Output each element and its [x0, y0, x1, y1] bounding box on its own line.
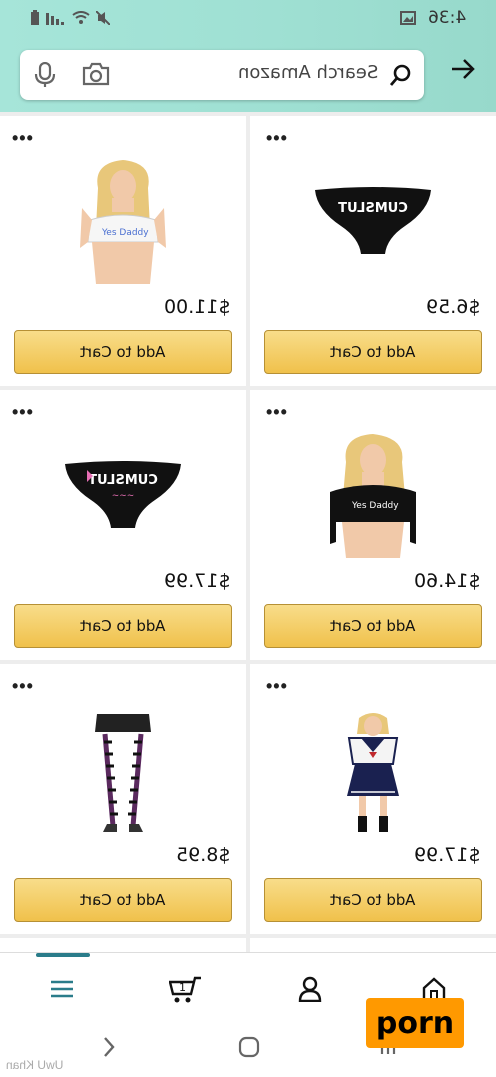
search-placeholder: Search Amazon — [237, 62, 378, 83]
panties-image[interactable]: CUMSLUT ~~~ — [63, 460, 183, 530]
status-time: 4:36 — [427, 8, 466, 28]
more-options-icon[interactable]: ••• — [266, 129, 288, 147]
cart-icon: 1 — [169, 976, 201, 1003]
add-to-cart-label: Add to Cart — [330, 617, 416, 635]
battery-icon — [31, 10, 39, 25]
product-card[interactable]: ••• CUMSLUT $6.59 Add to Cart — [250, 116, 496, 386]
watermark-badge-text: porn — [375, 1005, 455, 1041]
nav-active-indicator — [36, 953, 90, 957]
nav-account[interactable] — [292, 971, 328, 1007]
svg-text:1: 1 — [179, 981, 186, 994]
camera-icon[interactable] — [82, 62, 110, 86]
product-card[interactable]: ••• $17.99 Add to Cart — [250, 664, 496, 934]
microphone-icon[interactable] — [34, 62, 56, 88]
add-to-cart-button[interactable]: Add to Cart — [264, 330, 482, 374]
stockings-image[interactable] — [93, 712, 153, 834]
product-card[interactable] — [0, 938, 246, 952]
add-to-cart-button[interactable]: Add to Cart — [14, 878, 232, 922]
search-icon[interactable] — [388, 62, 414, 88]
image-notification-icon — [399, 11, 416, 25]
status-bar: 4:36 — [0, 0, 496, 40]
status-icons-right: 4:36 — [399, 8, 466, 28]
home-button-icon[interactable] — [238, 1036, 260, 1058]
product-card[interactable]: ••• $8.95 Add to Cart — [0, 664, 246, 934]
more-options-icon[interactable]: ••• — [12, 677, 34, 695]
add-to-cart-button[interactable]: Add to Cart — [14, 330, 232, 374]
menu-icon — [51, 980, 73, 998]
svg-text:Yes Daddy: Yes Daddy — [101, 228, 149, 238]
signal-icon — [46, 13, 64, 25]
add-to-cart-label: Add to Cart — [80, 617, 166, 635]
watermark-badge: porn — [366, 998, 464, 1048]
product-card[interactable]: ••• CUMSLUT ~~~ $17.99 Add to Cart — [0, 390, 246, 660]
mute-icon — [96, 11, 110, 25]
watermark-blur — [290, 1010, 366, 1032]
more-options-icon[interactable]: ••• — [266, 677, 288, 695]
forward-arrow-icon[interactable] — [450, 58, 476, 80]
add-to-cart-button[interactable]: Add to Cart — [14, 604, 232, 648]
watermark-username: UwU Khan — [6, 1058, 64, 1072]
product-price: $6.59 — [425, 296, 480, 318]
product-card[interactable]: ••• Yes Daddy $14.60 Add to Cart — [250, 390, 496, 660]
status-icons-left — [30, 10, 110, 26]
more-options-icon[interactable]: ••• — [266, 403, 288, 421]
add-to-cart-label: Add to Cart — [80, 343, 166, 361]
print-text: CUMSLUT — [88, 473, 158, 488]
wifi-icon — [72, 11, 90, 24]
print-text: CUMSLUT — [338, 201, 408, 216]
product-price: $8.95 — [175, 844, 230, 866]
svg-text:~~~: ~~~ — [112, 491, 135, 501]
more-options-icon[interactable]: ••• — [12, 129, 34, 147]
product-card[interactable] — [250, 938, 496, 952]
panties-image[interactable]: CUMSLUT — [313, 186, 433, 256]
app-header: 4:36 Search Amazon — [0, 0, 496, 112]
product-card[interactable]: ••• Yes Daddy $11.00 Add to Cart — [0, 116, 246, 386]
product-price: $17.99 — [413, 844, 480, 866]
add-to-cart-label: Add to Cart — [80, 891, 166, 909]
add-to-cart-label: Add to Cart — [330, 343, 416, 361]
more-options-icon[interactable]: ••• — [12, 403, 34, 421]
nav-cart[interactable]: 1 — [168, 971, 204, 1007]
add-to-cart-label: Add to Cart — [330, 891, 416, 909]
crop-top-image[interactable]: Yes Daddy — [328, 432, 418, 558]
search-input[interactable]: Search Amazon — [20, 50, 424, 100]
add-to-cart-button[interactable]: Add to Cart — [264, 878, 482, 922]
product-price: $17.99 — [163, 570, 230, 592]
product-price: $14.60 — [413, 570, 480, 592]
uniform-image[interactable] — [343, 712, 403, 834]
account-icon — [298, 976, 322, 1002]
product-price: $11.00 — [163, 296, 230, 318]
add-to-cart-button[interactable]: Add to Cart — [264, 604, 482, 648]
svg-text:Yes Daddy: Yes Daddy — [351, 501, 399, 511]
nav-menu[interactable] — [44, 971, 80, 1007]
crop-top-image[interactable]: Yes Daddy — [78, 158, 168, 284]
back-icon[interactable] — [102, 1036, 116, 1058]
